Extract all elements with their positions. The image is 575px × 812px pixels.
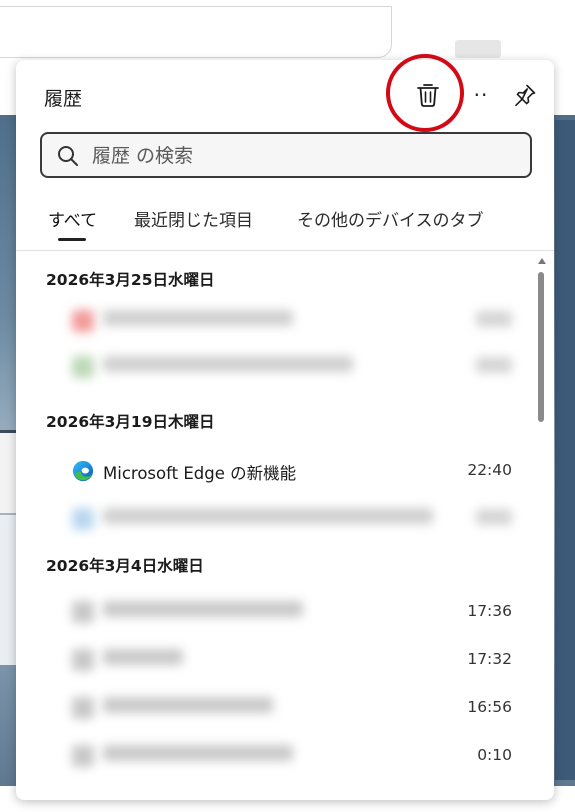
history-item-time [476, 357, 512, 377]
history-item-time: 17:36 [467, 602, 512, 620]
history-item[interactable]: Microsoft Edge の新機能 22:40 [16, 448, 536, 492]
history-item-title [103, 310, 293, 330]
page-background-strip [555, 120, 575, 780]
tab-all[interactable]: すべて [48, 206, 97, 231]
panel-title: 履歴 [44, 88, 83, 110]
active-tab-indicator [58, 238, 86, 241]
date-heading: 2026年3月19日木曜日 [46, 413, 215, 431]
history-item[interactable]: 17:32 [16, 637, 536, 681]
favicon-icon [72, 356, 94, 378]
favicon-icon [72, 697, 94, 719]
divider [16, 250, 554, 251]
history-item-time [476, 509, 512, 529]
tab-other-devices[interactable]: その他のデバイスのタブ [297, 206, 484, 231]
history-item-time: 0:10 [477, 746, 512, 764]
more-icon: ·· [473, 83, 489, 107]
toolbar-button[interactable] [455, 40, 501, 58]
favicon-icon [72, 310, 94, 332]
scrollbar[interactable] [537, 258, 546, 798]
trash-icon [417, 84, 439, 107]
date-heading: 2026年3月25日水曜日 [46, 271, 215, 289]
history-item-title [103, 649, 183, 669]
scrollbar-thumb[interactable] [538, 272, 544, 422]
history-item[interactable]: 16:56 [16, 685, 536, 729]
history-item[interactable] [16, 344, 536, 388]
history-item[interactable]: 0:10 [16, 733, 536, 777]
pin-button[interactable] [508, 78, 542, 112]
address-bar[interactable] [0, 6, 392, 58]
history-item-time: 17:32 [467, 650, 512, 668]
history-tabs: すべて 最近閉じた項目 その他のデバイスのタブ [16, 200, 554, 244]
history-search-box[interactable] [40, 132, 532, 178]
favicon-icon [72, 508, 94, 530]
favicon-icon [72, 649, 94, 671]
pin-icon [515, 84, 536, 107]
date-heading: 2026年3月4日水曜日 [46, 557, 204, 575]
history-item[interactable]: 17:36 [16, 589, 536, 633]
history-item-title [103, 697, 273, 717]
history-item[interactable] [16, 298, 536, 342]
search-icon [58, 146, 78, 166]
search-input[interactable] [90, 139, 514, 173]
delete-history-button[interactable] [411, 78, 445, 112]
history-item-time: 22:40 [467, 461, 512, 479]
history-item-title: Microsoft Edge の新機能 [103, 464, 297, 483]
history-item-title [103, 356, 353, 376]
favicon-icon [72, 745, 94, 767]
history-item-title [103, 601, 303, 621]
history-list: 2026年3月25日水曜日 2026年3月19日木曜日 Microsoft Ed… [16, 252, 554, 812]
history-item[interactable] [16, 496, 536, 540]
favicon-icon [72, 601, 94, 623]
history-item-time [476, 311, 512, 331]
edge-icon [72, 460, 94, 482]
history-panel: 履歴 ·· すべて 最近閉じた項目 その他のデバイスのタブ 2026年3月25日… [16, 54, 554, 800]
history-item-title [103, 508, 433, 528]
scroll-up-arrow-icon[interactable] [538, 258, 546, 264]
history-item-title [103, 745, 293, 765]
history-item-time: 16:56 [467, 698, 512, 716]
tab-recently-closed[interactable]: 最近閉じた項目 [134, 206, 253, 231]
more-options-button[interactable]: ·· [466, 78, 496, 112]
